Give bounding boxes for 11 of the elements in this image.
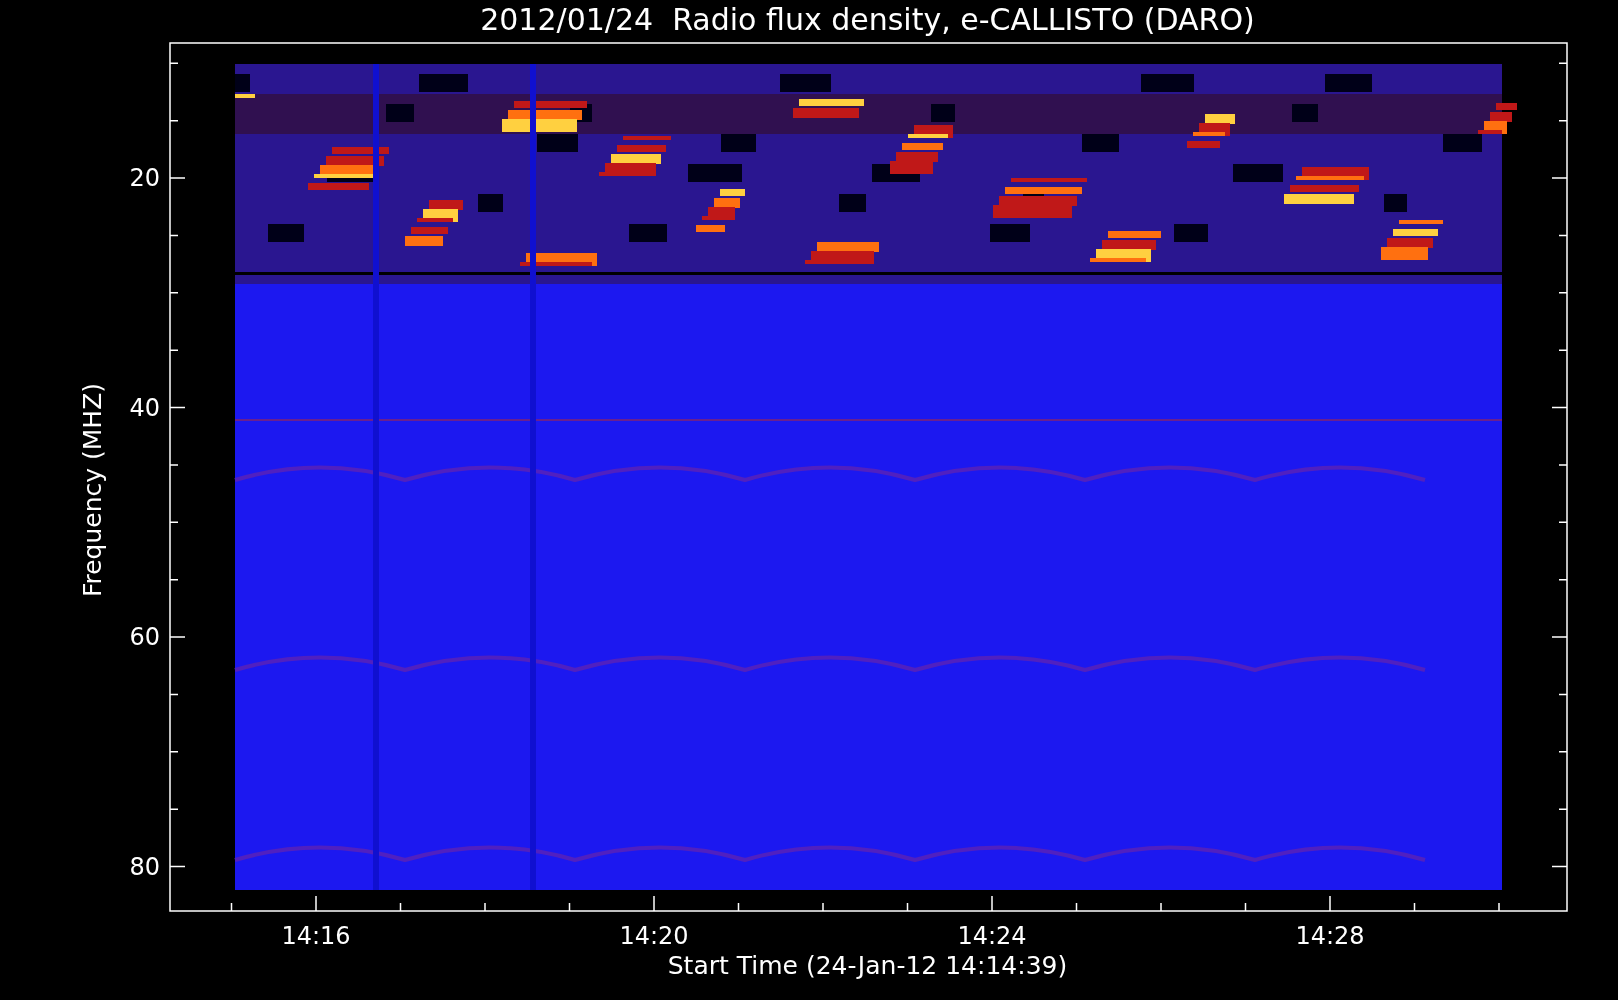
tick-label: 80 xyxy=(128,852,160,881)
tick-label: 14:28 xyxy=(1295,922,1365,950)
axis-title: Frequency (MHZ) xyxy=(78,382,108,598)
tick-label: 14:16 xyxy=(281,922,351,950)
tick-label: 20 xyxy=(128,164,160,192)
chart-title: 2012/01/24 Radio flux density, e-CALLISTO (DARO) xyxy=(479,1,1256,39)
tick-label: 14:24 xyxy=(957,922,1027,950)
tick-label: 60 xyxy=(128,623,160,651)
tick-label: 40 xyxy=(128,393,160,422)
axis-title: Start Time (24-Jan-12 14:14:39) xyxy=(666,950,1069,982)
tick-label: 14:20 xyxy=(619,922,689,950)
